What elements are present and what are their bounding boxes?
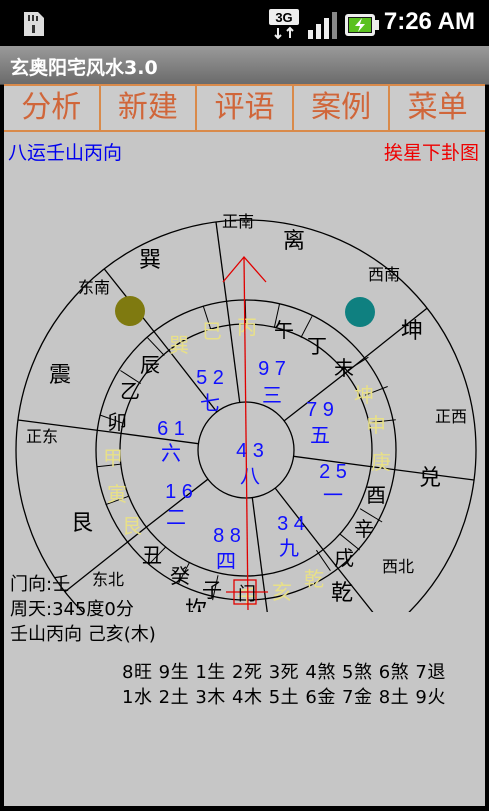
degree-reading: 周天:345度0分 xyxy=(10,599,134,620)
marker-olive-dot xyxy=(115,296,145,326)
mountain-chen: 辰 xyxy=(140,353,160,377)
trigram-xun: 巽 xyxy=(139,248,161,273)
trigram-li: 离 xyxy=(283,229,305,254)
menu-bar: 分析 新建 评语 案例 菜单 xyxy=(4,84,485,132)
base-s: 三 xyxy=(262,385,282,407)
stars-s: 9 7 xyxy=(258,358,286,380)
door-direction: 门向:壬 xyxy=(10,574,71,595)
stars-e: 6 1 xyxy=(157,418,185,440)
base-center: 八 xyxy=(240,466,260,488)
mountain-gen: 艮 xyxy=(122,514,142,538)
dir-northeast: 东北 xyxy=(92,570,124,589)
dir-west: 正西 xyxy=(435,407,467,426)
star-element-line: 1水 2土 3木 4木 5土 6金 7金 8土 9火 xyxy=(122,687,446,708)
new-button[interactable]: 新建 xyxy=(101,86,198,130)
mountain-xu: 戌 xyxy=(334,546,354,570)
mountain-kun: 坤 xyxy=(354,383,374,407)
stars-se: 5 2 xyxy=(196,367,224,389)
dir-southwest: 西南 xyxy=(368,265,400,284)
trigram-dui: 兑 xyxy=(419,466,441,491)
stars-sw: 7 9 xyxy=(306,399,334,421)
mountain-yin: 寅 xyxy=(107,482,127,506)
base-ne: 二 xyxy=(166,507,186,529)
trigram-gen: 艮 xyxy=(71,511,93,536)
feng-shui-compass[interactable]: 5 2 七 9 7 三 7 9 五 6 1 六 4 3 八 2 5 一 1 6 … xyxy=(4,132,485,612)
cases-button[interactable]: 案例 xyxy=(294,86,391,130)
mountain-qian: 乾 xyxy=(304,567,324,591)
trigram-zhen: 震 xyxy=(49,363,71,388)
stars-n: 8 8 xyxy=(213,525,241,547)
palace-stars: 5 2 七 9 7 三 7 9 五 6 1 六 4 3 八 2 5 一 1 6 … xyxy=(157,358,347,573)
mountain-you: 酉 xyxy=(366,483,386,507)
base-se: 七 xyxy=(200,392,220,415)
mountain-yi: 乙 xyxy=(120,379,140,403)
stars-ne: 1 6 xyxy=(165,481,193,503)
menu-button[interactable]: 菜单 xyxy=(390,86,485,130)
mountain-info: 壬山丙向 己亥(木) xyxy=(10,624,156,645)
base-n: 四 xyxy=(216,551,236,573)
mountain-ding: 丁 xyxy=(307,334,327,358)
base-e: 六 xyxy=(161,442,181,465)
mountain-xun: 巽 xyxy=(169,333,189,357)
stars-w: 2 5 xyxy=(319,461,347,483)
mountain-geng: 庚 xyxy=(371,450,391,474)
dir-southeast: 东南 xyxy=(78,278,110,297)
trigram-kun: 坤 xyxy=(401,319,423,344)
sd-card-icon xyxy=(20,10,46,42)
base-nw: 九 xyxy=(279,537,299,560)
base-w: 一 xyxy=(323,485,343,507)
star-status-line: 8旺 9生 1生 2死 3死 4煞 5煞 6煞 7退 xyxy=(122,662,446,683)
stars-center: 4 3 xyxy=(236,440,264,462)
mountain-xin: 辛 xyxy=(354,517,374,541)
bottom-edge xyxy=(0,806,489,811)
marker-teal-dot xyxy=(345,297,375,327)
mountain-mao: 卯 xyxy=(107,410,127,434)
mountain-wu: 午 xyxy=(274,318,294,342)
app-title-bar: 玄奥阳宅风水3.0 xyxy=(0,46,489,85)
base-sw: 五 xyxy=(310,425,330,447)
trigram-qian: 乾 xyxy=(331,581,353,606)
status-bar: 3G 7:26 AM xyxy=(0,0,489,46)
svg-text:3G: 3G xyxy=(275,10,292,25)
battery-charging-icon xyxy=(344,12,380,42)
comments-button[interactable]: 评语 xyxy=(197,86,294,130)
dir-south: 正南 xyxy=(222,212,254,231)
mountain-gui: 癸 xyxy=(170,564,190,588)
main-content: 分析 新建 评语 案例 菜单 八运壬山丙向 挨星下卦图 5 2 七 9 7 三 … xyxy=(4,84,485,806)
stars-nw: 3 4 xyxy=(277,513,305,535)
mountain-chou: 丑 xyxy=(142,543,162,567)
mountain-jia: 甲 xyxy=(103,446,123,470)
mountain-hai: 亥 xyxy=(272,580,292,604)
network-3g-icon: 3G xyxy=(268,8,302,44)
trigram-kan: 坎 xyxy=(185,598,207,612)
mountain-shen: 申 xyxy=(366,413,386,437)
dir-east: 正东 xyxy=(26,427,58,446)
dir-northwest: 西北 xyxy=(382,557,414,576)
mountain-bing: 丙 xyxy=(237,315,257,339)
app-title: 玄奥阳宅风水3.0 xyxy=(10,57,158,79)
analyze-button[interactable]: 分析 xyxy=(4,86,101,130)
mountain-wei: 未 xyxy=(334,356,354,380)
signal-strength-icon xyxy=(306,10,340,44)
mountain-si: 巳 xyxy=(202,319,222,343)
door-mark: 门 xyxy=(238,584,256,605)
direction-labels: 正南 西南 正西 西北 正北 东北 正东 东南 xyxy=(26,212,467,589)
clock: 7:26 AM xyxy=(383,8,475,35)
